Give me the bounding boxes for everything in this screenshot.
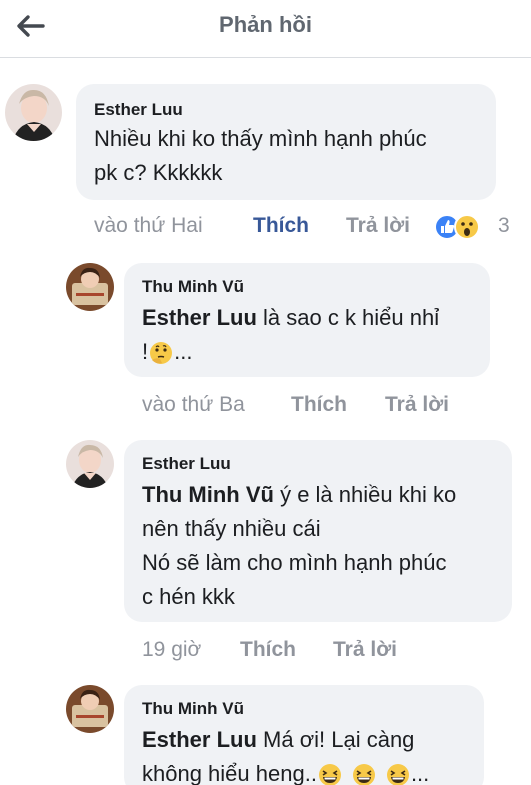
comment-author[interactable]: Esther Luu: [142, 454, 231, 474]
comment-text-line: Esther Luu là sao c k hiểu nhỉ: [142, 301, 439, 335]
like-button[interactable]: Thích: [253, 214, 309, 238]
comment-text-line: Esther Luu Má ơi! Lại càng: [142, 723, 414, 757]
grinning-squinting-face-icon: [386, 764, 409, 785]
comment-bubble: Thu Minh Vũ Esther Luu là sao c k hiểu n…: [124, 263, 490, 377]
comment-bubble: Esther Luu Thu Minh Vũ ý e là nhiều khi …: [124, 440, 512, 622]
comment-time: vào thứ Hai: [94, 214, 203, 237]
mention-link[interactable]: Esther Luu: [142, 305, 257, 330]
avatar-esther-luu[interactable]: [5, 84, 62, 141]
comment-text-line: Thu Minh Vũ ý e là nhiều khi ko: [142, 478, 456, 512]
grinning-squinting-face-icon: [352, 764, 375, 785]
reply-button[interactable]: Trả lời: [333, 638, 397, 662]
header-bar: Phản hồi: [0, 0, 531, 58]
comment-text-line: c hén kkk: [142, 584, 235, 609]
comment-time: 19 giờ: [142, 638, 202, 661]
like-button[interactable]: Thích: [291, 393, 347, 417]
comment-text: ý e là nhiều khi ko: [273, 482, 457, 507]
comment-bubble: Esther Luu Nhiều khi ko thấy mình hạnh p…: [76, 84, 496, 200]
comment-author[interactable]: Thu Minh Vũ: [142, 277, 244, 297]
avatar-thu-minh-vu[interactable]: [66, 685, 114, 733]
reaction-summary[interactable]: [432, 212, 488, 242]
wow-icon: [454, 214, 480, 240]
comment-text-line: Nhiều khi ko thấy mình hạnh phúc: [94, 126, 427, 151]
comment-text: là sao c k hiểu nhỉ: [256, 305, 440, 330]
comment-text-line: ! ...: [142, 335, 192, 369]
grinning-squinting-face-icon: [318, 764, 341, 785]
like-button[interactable]: Thích: [240, 638, 296, 662]
comment-text: ...: [174, 339, 193, 364]
comment-text-line: Nó sẽ làm cho mình hạnh phúc: [142, 550, 447, 575]
comment-text: Má ơi! Lại càng: [256, 727, 415, 752]
reply-button[interactable]: Trả lời: [346, 214, 410, 238]
comment-author[interactable]: Esther Luu: [94, 100, 183, 120]
comment-text: không hiểu heng..: [142, 761, 317, 785]
mention-link[interactable]: Thu Minh Vũ: [142, 482, 274, 507]
reaction-count[interactable]: 3: [498, 214, 510, 238]
comment-author[interactable]: Thu Minh Vũ: [142, 699, 244, 719]
comment-text-line: nên thấy nhiều cái: [142, 516, 321, 541]
comment-bubble: Thu Minh Vũ Esther Luu Má ơi! Lại càng k…: [124, 685, 484, 785]
thinking-face-icon: [150, 342, 173, 365]
avatar-esther-luu[interactable]: [66, 440, 114, 488]
comment-text: ...: [410, 761, 430, 785]
comment-text-line: không hiểu heng.. ...: [142, 757, 429, 785]
comment-time: vào thứ Ba: [142, 393, 245, 416]
comment-text-line: pk c? Kkkkkk: [94, 160, 223, 185]
reply-button[interactable]: Trả lời: [385, 393, 449, 417]
mention-link[interactable]: Esther Luu: [142, 727, 257, 752]
avatar-thu-minh-vu[interactable]: [66, 263, 114, 311]
page-title: Phản hồi: [219, 12, 312, 37]
